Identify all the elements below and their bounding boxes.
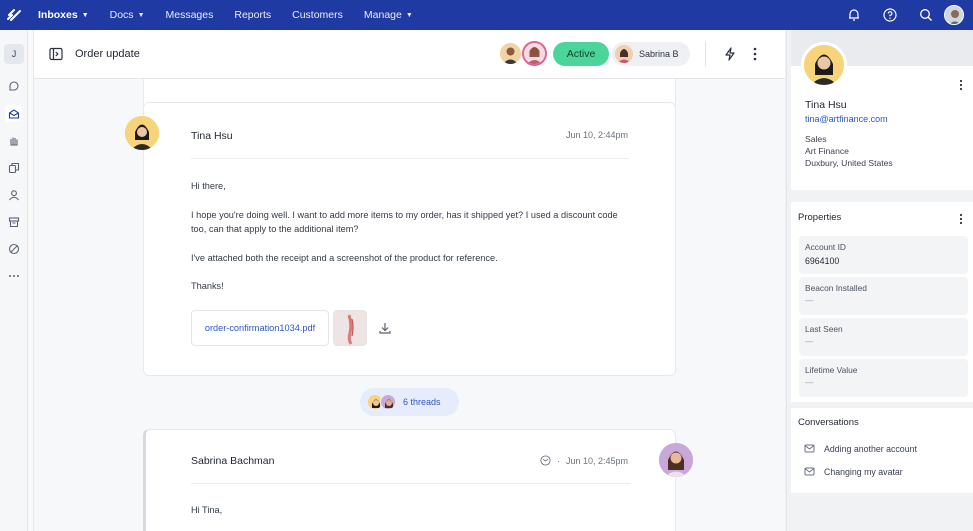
- nav-docs[interactable]: Docs ▼: [110, 9, 145, 21]
- threads-count: 6 threads: [403, 397, 441, 407]
- nav-inboxes[interactable]: Inboxes ▼: [38, 9, 89, 21]
- inbox-icon[interactable]: [5, 105, 22, 122]
- chevron-down-icon: ▼: [81, 11, 89, 19]
- property-lifetime-value[interactable]: Lifetime Value —: [799, 359, 968, 397]
- envelope-icon: [804, 443, 815, 454]
- email-seen-icon: [540, 455, 551, 466]
- property-label: Lifetime Value: [805, 365, 858, 375]
- thread-avatar: [380, 394, 396, 410]
- property-value: —: [805, 295, 814, 305]
- nav-customers[interactable]: Customers: [292, 9, 343, 21]
- conversation-link[interactable]: Changing my avatar: [804, 466, 903, 477]
- status-button[interactable]: Active: [553, 42, 609, 66]
- bell-icon[interactable]: [836, 0, 872, 30]
- property-label: Account ID: [805, 242, 846, 252]
- sender-avatar: [125, 116, 159, 150]
- attachment-file[interactable]: order-confirmation1034.pdf: [191, 310, 329, 346]
- nav-reports[interactable]: Reports: [234, 9, 271, 21]
- message-meta: · Jun 10, 2:45pm: [540, 455, 628, 466]
- message-body: Hi there, I hope you're doing well. I wa…: [191, 179, 631, 308]
- property-last-seen[interactable]: Last Seen —: [799, 318, 968, 356]
- customer-name: Tina Hsu: [805, 99, 847, 111]
- customer-profile-card: Tina Hsu tina@artfinance.com Sales Art F…: [791, 30, 973, 190]
- property-beacon-installed[interactable]: Beacon Installed —: [799, 277, 968, 315]
- property-label: Last Seen: [805, 324, 843, 334]
- message-time: Jun 10, 2:45pm: [565, 455, 628, 466]
- helpscout-logo-icon[interactable]: [0, 0, 28, 30]
- viewer-avatar: [522, 41, 547, 66]
- message-card: Tina Hsu Jun 10, 2:44pm Hi there, I hope…: [143, 102, 676, 376]
- assignee-button[interactable]: Sabrina B: [612, 42, 690, 66]
- nav-manage[interactable]: Manage ▼: [364, 9, 413, 21]
- more-options-icon[interactable]: [958, 78, 964, 92]
- conversation-link-label: Adding another account: [824, 443, 917, 454]
- message-card: Sabrina Bachman · Jun 10, 2:45pm Hi Tina…: [143, 429, 676, 531]
- workflow-bolt-icon[interactable]: [723, 47, 737, 61]
- property-account-id[interactable]: Account ID 6964100: [799, 236, 968, 274]
- customer-company: Art Finance: [805, 146, 849, 156]
- workspace-button[interactable]: J: [4, 44, 24, 64]
- conversations-panel: Conversations Adding another account Cha…: [791, 408, 973, 493]
- conversation-link-label: Changing my avatar: [824, 466, 903, 477]
- chevron-down-icon: ▼: [405, 11, 413, 19]
- properties-panel: Properties Account ID 6964100 Beacon Ins…: [791, 202, 973, 402]
- assignee-avatar: [615, 45, 633, 63]
- property-value: —: [805, 377, 814, 387]
- message-sender: Sabrina Bachman: [191, 455, 275, 467]
- user-avatar[interactable]: [944, 5, 964, 25]
- message-time: Jun 10, 2:44pm: [565, 130, 628, 140]
- property-label: Beacon Installed: [805, 283, 867, 293]
- download-icon[interactable]: [378, 321, 392, 335]
- customer-role: Sales: [805, 134, 827, 144]
- assignee-name: Sabrina B: [639, 49, 679, 59]
- conversation-link[interactable]: Adding another account: [804, 443, 917, 454]
- top-navigation: Inboxes ▼ Docs ▼ Messages Reports Customer…: [0, 0, 973, 30]
- hand-icon[interactable]: [5, 132, 22, 149]
- archive-icon[interactable]: [5, 213, 22, 230]
- threads-toggle-button[interactable]: 6 threads: [360, 388, 459, 416]
- message-paragraph: I hope you're doing well. I want to add …: [191, 209, 618, 235]
- nav-messages[interactable]: Messages: [166, 9, 214, 21]
- customer-location: Duxbury, United States: [805, 158, 893, 168]
- agent-avatar: [659, 443, 693, 477]
- search-icon[interactable]: [908, 0, 944, 30]
- separator-dot: ·: [556, 455, 560, 466]
- message-paragraph: Thanks!: [191, 281, 224, 291]
- user-icon[interactable]: [5, 186, 22, 203]
- envelope-icon: [804, 466, 815, 477]
- viewer-avatar: [500, 43, 521, 64]
- customer-email-link[interactable]: tina@artfinance.com: [805, 114, 888, 124]
- left-rail: J: [0, 30, 28, 531]
- divider: [705, 42, 706, 66]
- message-paragraph: I've attached both the receipt and a scr…: [191, 252, 498, 263]
- conversations-title: Conversations: [798, 417, 859, 428]
- message-sender: Tina Hsu: [191, 130, 233, 142]
- chevron-down-icon: ▼: [137, 11, 145, 19]
- properties-title: Properties: [798, 212, 842, 223]
- blocked-icon[interactable]: [5, 240, 22, 257]
- sidebar-toggle-icon[interactable]: [49, 47, 63, 61]
- divider: [191, 483, 631, 484]
- property-value: 6964100: [805, 256, 840, 266]
- chat-icon[interactable]: [5, 78, 22, 95]
- message-body: Hi Tina,: [191, 505, 223, 515]
- customer-avatar: [801, 42, 847, 88]
- more-options-icon[interactable]: [750, 46, 760, 62]
- more-options-icon[interactable]: [958, 212, 964, 226]
- attachment-image-thumbnail[interactable]: [333, 310, 367, 346]
- help-icon[interactable]: [872, 0, 908, 30]
- conversation-title: Order update: [75, 48, 140, 60]
- conversation-main: Order update Active Sabrina B Tina Hsu J…: [34, 30, 785, 531]
- customer-sidebar: Tina Hsu tina@artfinance.com Sales Art F…: [786, 30, 973, 531]
- more-icon[interactable]: [5, 267, 22, 284]
- conversation-header: Order update Active Sabrina B: [34, 30, 785, 79]
- message-paragraph: Hi there,: [191, 181, 226, 191]
- property-value: —: [805, 336, 814, 346]
- copy-icon[interactable]: [5, 159, 22, 176]
- divider: [191, 158, 629, 159]
